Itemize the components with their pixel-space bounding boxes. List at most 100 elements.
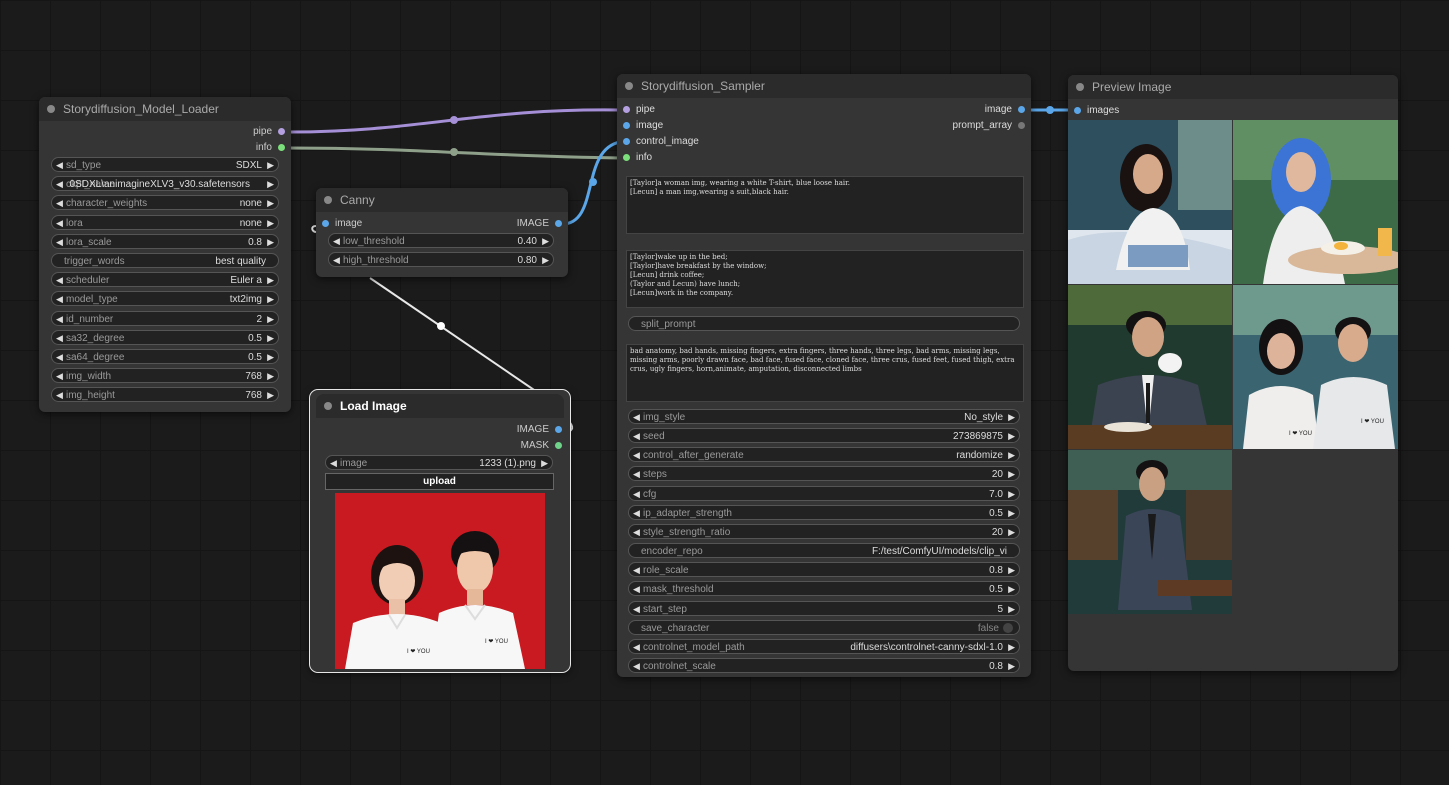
widget-trigger-words[interactable]: trigger_words best quality	[51, 253, 279, 268]
widget-steps[interactable]: ◀ steps 20 ▶	[628, 466, 1020, 482]
sampler-node[interactable]: Storydiffusion_Sampler pipe image contro…	[617, 74, 1031, 677]
widget-seed[interactable]: ◀ seed 273869875 ▶	[628, 428, 1020, 444]
increment-arrow-icon[interactable]: ▶	[1008, 487, 1015, 502]
image-slot-icon[interactable]	[623, 121, 630, 129]
widget-start-step[interactable]: ◀ start_step 5 ▶	[628, 600, 1020, 617]
widget-sa32-degree[interactable]: ◀ sa32_degree 0.5 ▶	[51, 329, 279, 346]
increment-arrow-icon[interactable]: ▶	[1008, 506, 1015, 521]
widget-ip-adapter-strength[interactable]: ◀ ip_adapter_strength 0.5 ▶	[628, 504, 1020, 521]
decrement-arrow-icon[interactable]: ◀	[633, 602, 640, 617]
increment-arrow-icon[interactable]: ▶	[1008, 602, 1015, 617]
load-image-title-bar[interactable]: Load Image	[316, 394, 564, 418]
widget-scheduler[interactable]: ◀ scheduler Euler a ▶	[51, 272, 279, 288]
preview-image-node[interactable]: Preview Image images I ❤ YOU I ❤ YOU	[1068, 75, 1398, 671]
decrement-arrow-icon[interactable]: ◀	[56, 369, 63, 384]
widget-role-scale[interactable]: ◀ role_scale 0.8 ▶	[628, 562, 1020, 578]
decrement-arrow-icon[interactable]: ◀	[56, 350, 63, 365]
output-image[interactable]: IMAGE	[517, 422, 562, 438]
model-loader-node[interactable]: Storydiffusion_Model_Loader pipe info ◀ s…	[39, 97, 291, 412]
model-loader-title-bar[interactable]: Storydiffusion_Model_Loader	[39, 97, 291, 121]
increment-arrow-icon[interactable]: ▶	[267, 196, 274, 211]
decrement-arrow-icon[interactable]: ◀	[56, 292, 63, 307]
collapse-dot-icon[interactable]	[324, 196, 332, 204]
pipe-slot-icon[interactable]	[278, 127, 285, 135]
preview-title-bar[interactable]: Preview Image	[1068, 75, 1398, 99]
decrement-arrow-icon[interactable]: ◀	[56, 273, 63, 288]
widget-character-weights[interactable]: ◀ character_weights none ▶	[51, 195, 279, 211]
decrement-arrow-icon[interactable]: ◀	[633, 487, 640, 502]
increment-arrow-icon[interactable]: ▶	[1008, 410, 1015, 425]
decrement-arrow-icon[interactable]: ◀	[330, 456, 337, 471]
canny-node[interactable]: Canny image IMAGE ◀ low_threshold 0.40 ▶…	[316, 188, 568, 277]
decrement-arrow-icon[interactable]: ◀	[56, 331, 63, 346]
widget-sd-type[interactable]: ◀ sd_type SDXL ▶	[51, 157, 279, 172]
widget-img-height[interactable]: ◀ img_height 768 ▶	[51, 387, 279, 403]
widget-lora-scale[interactable]: ◀ lora_scale 0.8 ▶	[51, 233, 279, 250]
increment-arrow-icon[interactable]: ▶	[1008, 525, 1015, 540]
increment-arrow-icon[interactable]: ▶	[1008, 448, 1015, 463]
increment-arrow-icon[interactable]: ▶	[1008, 467, 1015, 482]
widget-controlnet-scale[interactable]: ◀ controlnet_scale 0.8 ▶	[628, 657, 1020, 674]
decrement-arrow-icon[interactable]: ◀	[633, 410, 640, 425]
widget-img-style[interactable]: ◀ img_style No_style ▶	[628, 409, 1020, 424]
widget-encoder-repo[interactable]: encoder_repo F:/test/ComfyUI/models/clip_…	[628, 543, 1020, 559]
increment-arrow-icon[interactable]: ▶	[267, 312, 274, 327]
increment-arrow-icon[interactable]: ▶	[267, 158, 274, 173]
input-image[interactable]: image	[322, 216, 362, 232]
increment-arrow-icon[interactable]: ▶	[267, 369, 274, 384]
widget-style-strength-ratio[interactable]: ◀ style_strength_ratio 20 ▶	[628, 523, 1020, 540]
decrement-arrow-icon[interactable]: ◀	[56, 216, 63, 231]
scene-prompts-textarea[interactable]: [Taylor]wake up in the bed; [Taylor]have…	[626, 250, 1024, 308]
output-pipe[interactable]: pipe	[253, 124, 285, 140]
preview-image-3[interactable]	[1068, 285, 1232, 449]
preview-image-2[interactable]	[1233, 120, 1398, 284]
decrement-arrow-icon[interactable]: ◀	[56, 235, 63, 250]
increment-arrow-icon[interactable]: ▶	[267, 235, 274, 250]
widget-control-after-generate[interactable]: ◀ control_after_generate randomize ▶	[628, 447, 1020, 463]
pipe-slot-icon[interactable]	[623, 105, 630, 113]
increment-arrow-icon[interactable]: ▶	[541, 456, 548, 471]
increment-arrow-icon[interactable]: ▶	[267, 292, 274, 307]
decrement-arrow-icon[interactable]: ◀	[633, 525, 640, 540]
preview-image-4[interactable]: I ❤ YOU I ❤ YOU	[1233, 285, 1398, 449]
image-slot-icon[interactable]	[322, 219, 329, 227]
collapse-dot-icon[interactable]	[47, 105, 55, 113]
decrement-arrow-icon[interactable]: ◀	[633, 563, 640, 578]
output-image[interactable]: image	[985, 102, 1025, 118]
decrement-arrow-icon[interactable]: ◀	[633, 659, 640, 674]
increment-arrow-icon[interactable]: ▶	[542, 234, 549, 249]
input-image[interactable]: image	[623, 118, 663, 134]
collapse-dot-icon[interactable]	[324, 402, 332, 410]
widget-ckpt-name[interactable]: ◀ ckpt_name 0SDXL\animagineXLV3_v30.safete…	[51, 176, 279, 192]
increment-arrow-icon[interactable]: ▶	[267, 388, 274, 403]
prompt-array-slot-icon[interactable]	[1018, 121, 1025, 129]
widget-sa64-degree[interactable]: ◀ sa64_degree 0.5 ▶	[51, 349, 279, 364]
output-prompt-array[interactable]: prompt_array	[953, 118, 1025, 134]
image-slot-icon[interactable]	[623, 137, 630, 145]
split-prompt-field[interactable]: split_prompt	[628, 316, 1020, 331]
input-info[interactable]: info	[623, 150, 652, 166]
increment-arrow-icon[interactable]: ▶	[1008, 582, 1015, 597]
widget-mask-threshold[interactable]: ◀ mask_threshold 0.5 ▶	[628, 581, 1020, 597]
decrement-arrow-icon[interactable]: ◀	[333, 234, 340, 249]
widget-img-width[interactable]: ◀ img_width 768 ▶	[51, 368, 279, 384]
widget-id-number[interactable]: ◀ id_number 2 ▶	[51, 310, 279, 327]
info-slot-icon[interactable]	[623, 153, 630, 161]
decrement-arrow-icon[interactable]: ◀	[633, 429, 640, 444]
collapse-dot-icon[interactable]	[1076, 83, 1084, 91]
widget-model-type[interactable]: ◀ model_type txt2img ▶	[51, 291, 279, 307]
widget-controlnet-model-path[interactable]: ◀ controlnet_model_path diffusers\controln…	[628, 638, 1020, 655]
decrement-arrow-icon[interactable]: ◀	[56, 177, 63, 192]
increment-arrow-icon[interactable]: ▶	[267, 216, 274, 231]
output-mask[interactable]: MASK	[521, 438, 562, 454]
decrement-arrow-icon[interactable]: ◀	[633, 506, 640, 521]
decrement-arrow-icon[interactable]: ◀	[633, 467, 640, 482]
sampler-title-bar[interactable]: Storydiffusion_Sampler	[617, 74, 1031, 98]
input-control-image[interactable]: control_image	[623, 134, 699, 150]
increment-arrow-icon[interactable]: ▶	[1008, 640, 1015, 655]
decrement-arrow-icon[interactable]: ◀	[633, 640, 640, 655]
load-image-node[interactable]: Load Image IMAGE MASK ◀ image 1233 (1).p…	[309, 389, 571, 673]
increment-arrow-icon[interactable]: ▶	[1008, 563, 1015, 578]
image-slot-icon[interactable]	[1018, 105, 1025, 113]
increment-arrow-icon[interactable]: ▶	[267, 331, 274, 346]
